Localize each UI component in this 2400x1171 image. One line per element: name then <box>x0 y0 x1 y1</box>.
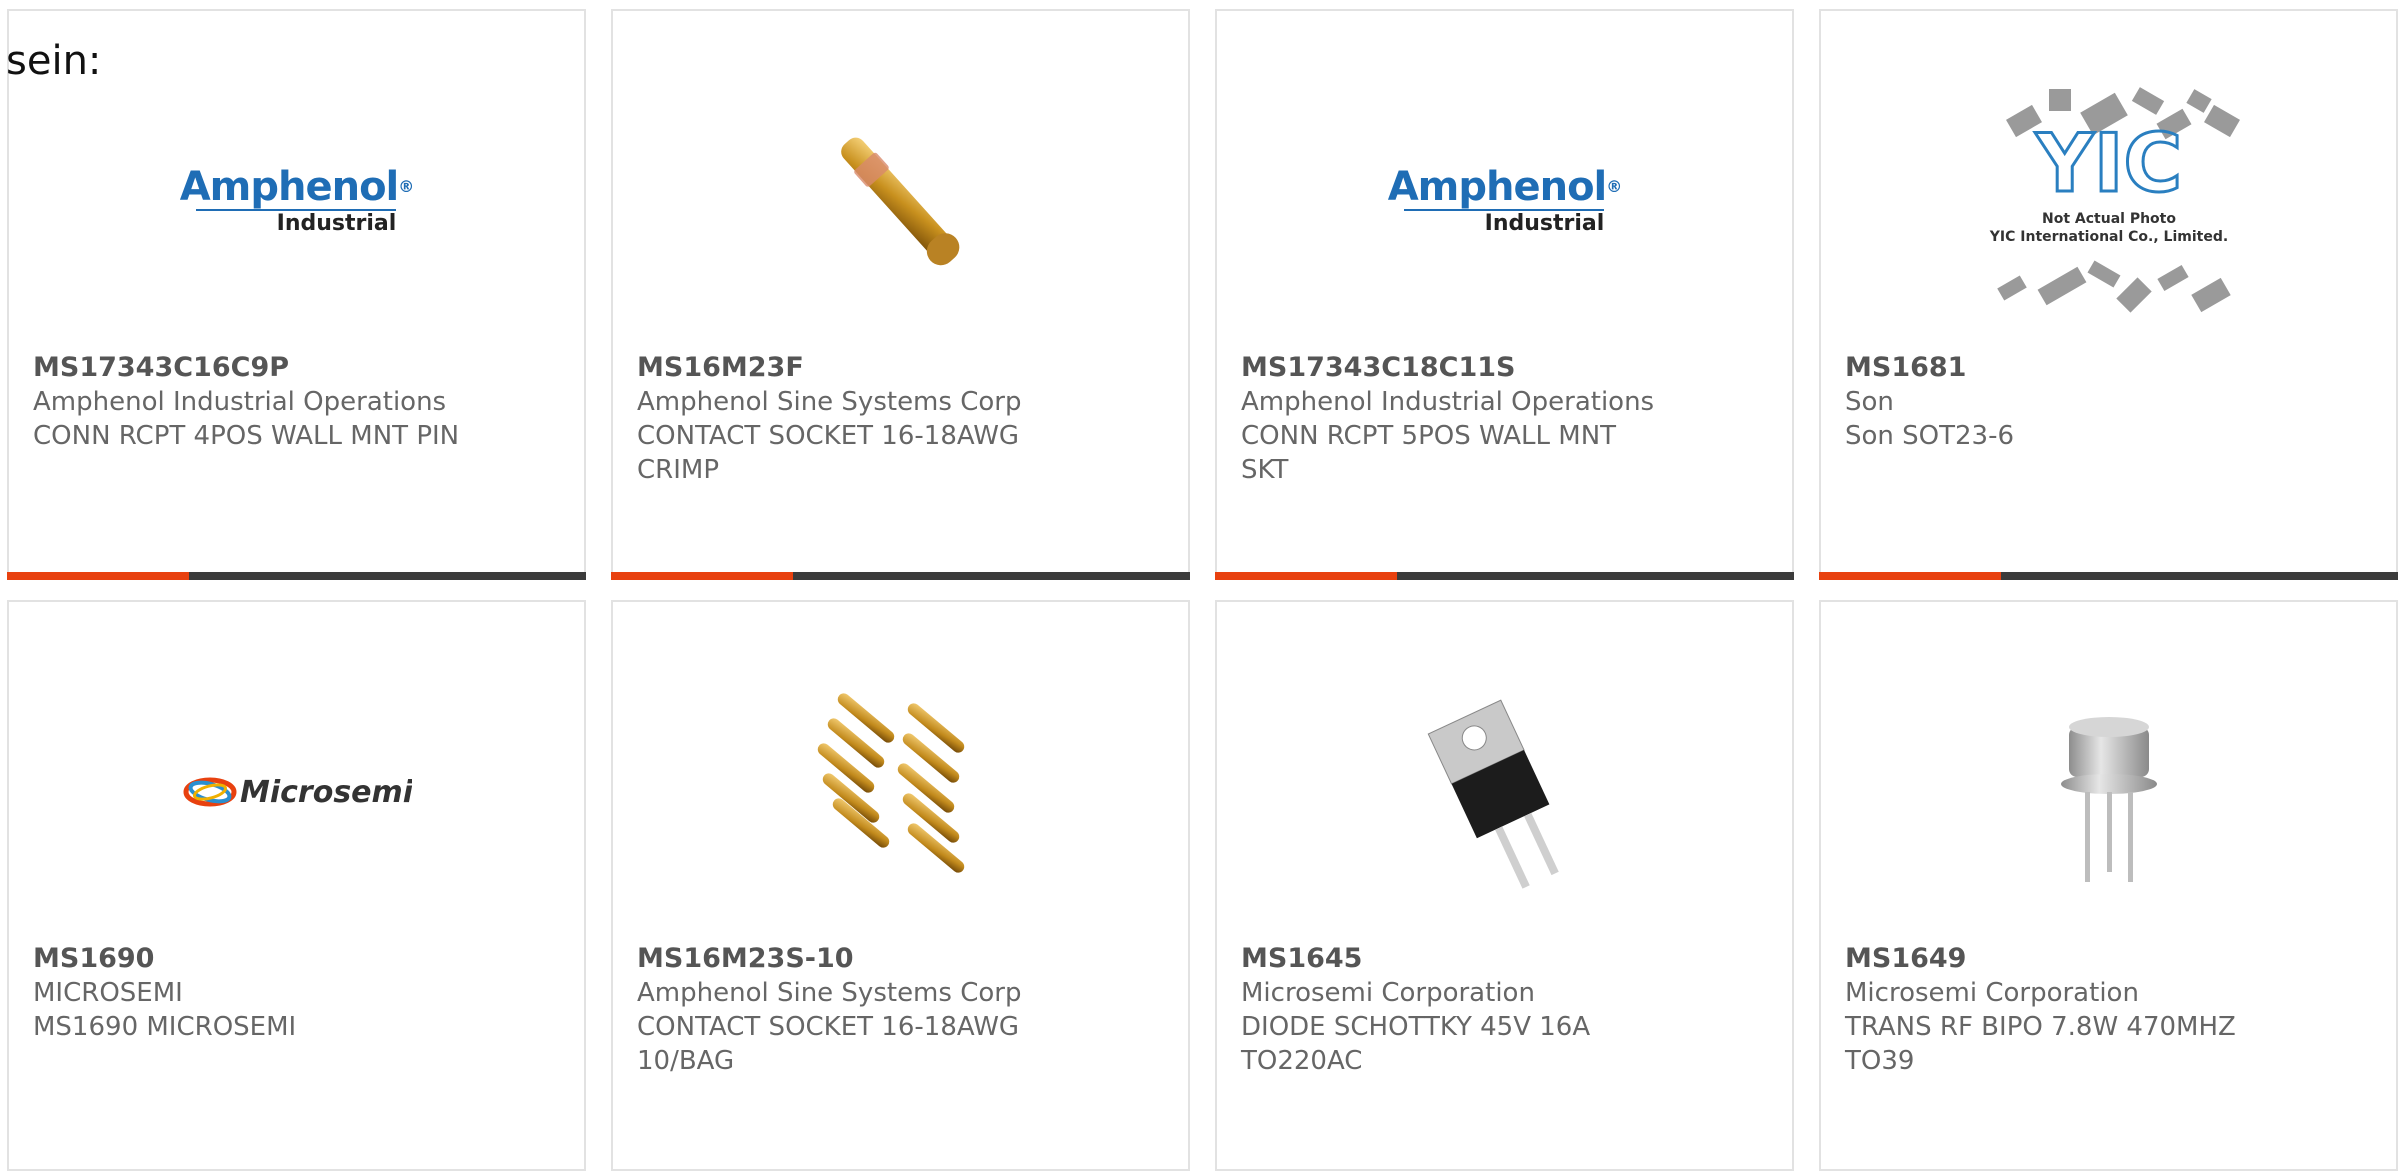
description: DIODE SCHOTTKY 45V 16A TO220AC <box>1241 1012 1591 1076</box>
yic-line1: Not Actual Photo <box>2042 211 2176 227</box>
part-number[interactable]: MS1645 <box>1241 942 1768 976</box>
gold-contacts-bag-photo <box>613 672 1188 912</box>
description: Son SOT23-6 <box>1845 421 2015 451</box>
amphenol-logo: Amphenol® Industrial <box>1387 163 1623 236</box>
manufacturer: Amphenol Industrial Operations <box>1241 387 1655 417</box>
card-bar <box>1819 572 2398 580</box>
amphenol-logo: Amphenol® Industrial <box>179 163 415 236</box>
to220-diode-photo <box>1217 672 1792 912</box>
svg-text:YIC: YIC <box>2034 117 2181 210</box>
card-bar <box>611 572 1190 580</box>
part-number[interactable]: MS1681 <box>1845 351 2372 385</box>
product-card[interactable]: MS16M23F Amphenol Sine Systems Corp CONT… <box>611 9 1190 580</box>
logo-sub-text: Industrial <box>1484 210 1605 236</box>
product-card[interactable]: MS1649 Microsemi Corporation TRANS RF BI… <box>1819 600 2398 1171</box>
product-card[interactable]: Amphenol® Industrial MS17343C16C9P Amphe… <box>7 9 586 580</box>
description: CONTACT SOCKET 16-18AWG 10/BAG <box>637 1012 1020 1076</box>
description: MS1690 MICROSEMI <box>33 1012 297 1042</box>
manufacturer: Son <box>1845 387 1894 417</box>
product-grid: Amphenol® Industrial MS17343C16C9P Amphe… <box>7 9 2398 1171</box>
product-card[interactable]: Amphenol® Industrial MS17343C18C11S Amph… <box>1215 9 1794 580</box>
logo-sub-text: Industrial <box>276 210 397 236</box>
part-number[interactable]: MS1649 <box>1845 942 2372 976</box>
manufacturer: Microsemi Corporation <box>1241 978 1535 1008</box>
manufacturer: Amphenol Sine Systems Corp <box>637 387 1022 417</box>
description: TRANS RF BIPO 7.8W 470MHZ TO39 <box>1845 1012 2236 1076</box>
part-number[interactable]: MS17343C18C11S <box>1241 351 1768 385</box>
card-bar <box>7 572 586 580</box>
logo-main-text: Microsemi <box>240 775 412 810</box>
manufacturer: Amphenol Sine Systems Corp <box>637 978 1022 1008</box>
part-number[interactable]: MS16M23F <box>637 351 1164 385</box>
product-card[interactable]: MS1645 Microsemi Corporation DIODE SCHOT… <box>1215 600 1794 1171</box>
microsemi-logo: Microsemi <box>9 672 584 912</box>
manufacturer: Amphenol Industrial Operations <box>33 387 447 417</box>
description: CONN RCPT 4POS WALL MNT PIN <box>33 421 460 451</box>
gold-contact-photo <box>613 81 1188 321</box>
part-number[interactable]: MS17343C16C9P <box>33 351 560 385</box>
product-card[interactable]: MS16M23S-10 Amphenol Sine Systems Corp C… <box>611 600 1190 1171</box>
description: CONTACT SOCKET 16-18AWG CRIMP <box>637 421 1020 485</box>
part-number[interactable]: MS16M23S-10 <box>637 942 1164 976</box>
manufacturer: MICROSEMI <box>33 978 183 1008</box>
logo-main-text: Amphenol <box>179 163 400 210</box>
yic-line2: YIC International Co., Limited. <box>1988 229 2227 245</box>
to39-transistor-photo <box>1821 672 2396 912</box>
card-bar <box>1215 572 1794 580</box>
intro-text: sein: <box>6 38 102 84</box>
description: CONN RCPT 5POS WALL MNT SKT <box>1241 421 1617 485</box>
product-card[interactable]: Microsemi MS1690 MICROSEMI MS1690 MICROS… <box>7 600 586 1171</box>
part-number[interactable]: MS1690 <box>33 942 560 976</box>
logo-main-text: Amphenol <box>1387 163 1608 210</box>
manufacturer: Microsemi Corporation <box>1845 978 2139 1008</box>
product-card[interactable]: YIC Not Actual Photo YIC International C… <box>1819 9 2398 580</box>
yic-placeholder-image: YIC Not Actual Photo YIC International C… <box>1821 81 2396 321</box>
